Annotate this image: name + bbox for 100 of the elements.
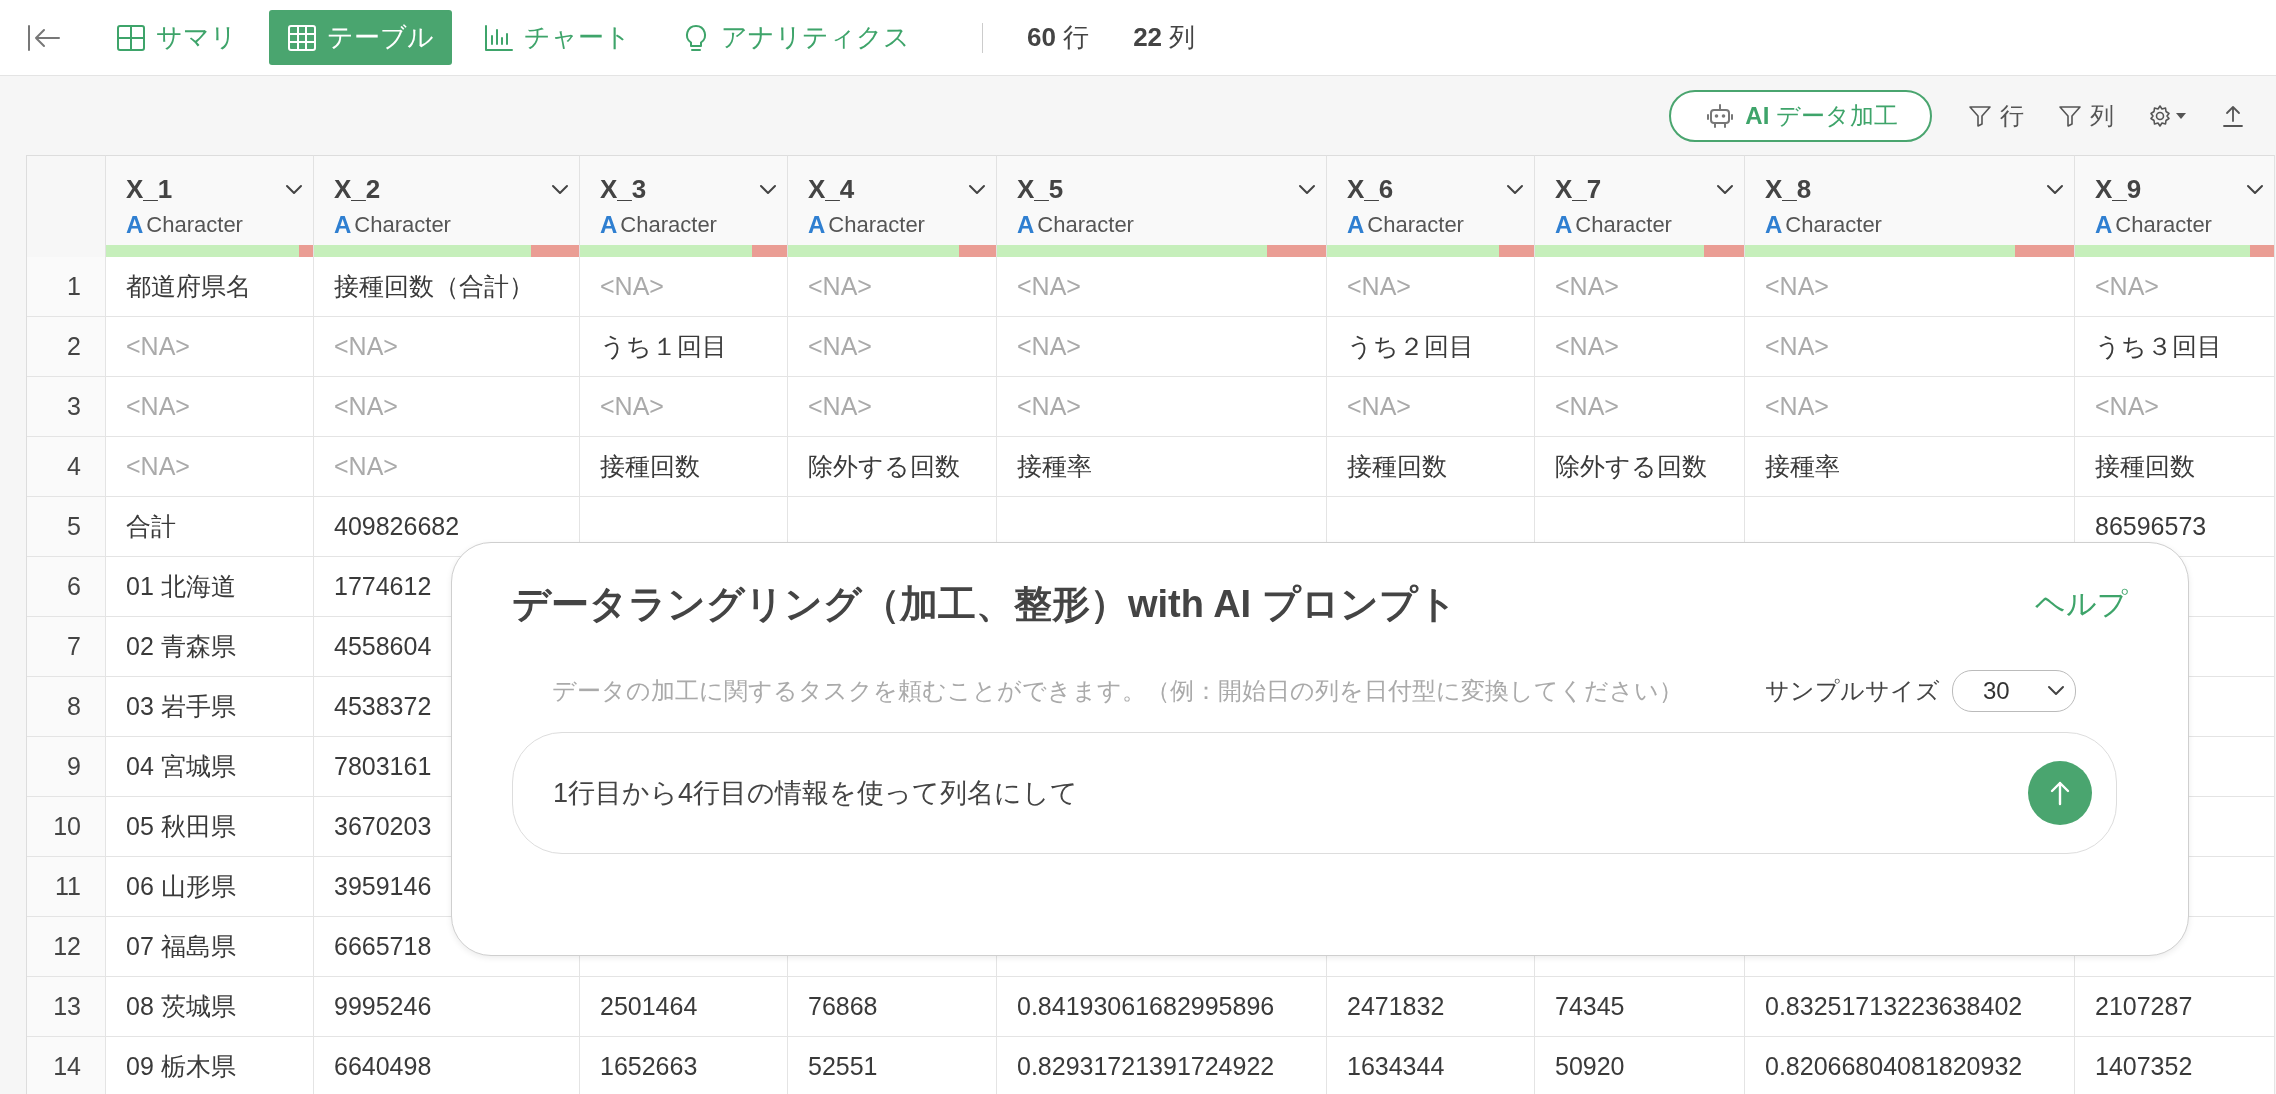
table-cell: <NA> xyxy=(1765,392,1829,421)
sample-size-select[interactable]: 30 xyxy=(1952,670,2076,712)
table-cell-text: 03 岩手県 xyxy=(126,691,236,722)
table-cell-text: 接種回数 xyxy=(2095,451,2195,482)
chevron-down-icon[interactable] xyxy=(2046,183,2064,196)
prompt-field[interactable]: 1行目から4行目の情報を使って列名にして xyxy=(512,732,2117,854)
chevron-down-icon[interactable] xyxy=(551,183,569,196)
chevron-down-icon[interactable] xyxy=(285,183,303,196)
column-header[interactable]: X_2 ACharacter xyxy=(314,155,580,257)
table-cell: <NA> xyxy=(600,272,664,301)
table-cell-text: 08 茨城県 xyxy=(126,991,236,1022)
type-letter: A xyxy=(1017,211,1035,239)
column-name: X_4 xyxy=(808,174,855,205)
table-cell-text: 除外する回数 xyxy=(808,451,960,482)
row-number: 13 xyxy=(53,992,81,1021)
column-name: X_9 xyxy=(2095,174,2142,205)
table-cell-text: 接種率 xyxy=(1765,451,1840,482)
row-number: 9 xyxy=(67,752,81,781)
table-cell: 9995246 xyxy=(334,992,432,1021)
table-cell: 0.82931721391724922 xyxy=(1017,1052,1275,1081)
column-type: Character xyxy=(1575,212,1672,238)
count-label: 22 列 xyxy=(1133,21,1196,54)
column-header[interactable]: X_8 ACharacter xyxy=(1745,155,2075,257)
column-header[interactable]: X_5 ACharacter xyxy=(997,155,1327,257)
table-cell: 74345 xyxy=(1555,992,1625,1021)
table-cell-text: 接種回数 xyxy=(1347,451,1447,482)
table-cell: <NA> xyxy=(126,452,190,481)
type-letter: A xyxy=(2095,211,2113,239)
type-letter: A xyxy=(1765,211,1783,239)
column-header[interactable]: X_3 ACharacter xyxy=(580,155,788,257)
table-cell: <NA> xyxy=(808,272,872,301)
column-header[interactable]: X_7 ACharacter xyxy=(1535,155,1745,257)
chevron-down-icon[interactable] xyxy=(1716,183,1734,196)
table-cell: 3670203 xyxy=(334,812,432,841)
filter-icon xyxy=(1968,103,1992,128)
type-letter: A xyxy=(808,211,826,239)
upload-icon xyxy=(2222,103,2244,128)
column-type: Character xyxy=(1367,212,1464,238)
table-cell-text: 接種率 xyxy=(1017,451,1092,482)
column-name: X_7 xyxy=(1555,174,1602,205)
column-name: X_1 xyxy=(126,174,173,205)
table-cell: <NA> xyxy=(334,392,398,421)
table-cell: <NA> xyxy=(1017,332,1081,361)
column-type: Character xyxy=(2115,212,2212,238)
column-type: Character xyxy=(620,212,717,238)
chevron-down-icon[interactable] xyxy=(1298,183,1316,196)
chevron-down-icon[interactable] xyxy=(968,183,986,196)
table-cell-text: 09 栃木県 xyxy=(126,1051,236,1082)
column-name: X_2 xyxy=(334,174,381,205)
column-header[interactable]: X_6 ACharacter xyxy=(1327,155,1535,257)
chevron-down-icon[interactable] xyxy=(759,183,777,196)
table-cell: 4538372 xyxy=(334,692,432,721)
table-cell-text: 除外する回数 xyxy=(1555,451,1707,482)
chevron-down-icon[interactable] xyxy=(1506,183,1524,196)
filter-button[interactable]: 行 xyxy=(1964,99,2028,132)
table-cell: <NA> xyxy=(1555,392,1619,421)
table-cell: 0.82066804081820932 xyxy=(1765,1052,2023,1081)
table-cell-text: 06 山形県 xyxy=(126,871,236,902)
column-name: X_8 xyxy=(1765,174,1812,205)
filter-icon xyxy=(2058,103,2082,128)
table-cell: <NA> xyxy=(2095,272,2159,301)
table-cell: 52551 xyxy=(808,1052,878,1081)
count-label: 60 行 xyxy=(1027,21,1090,54)
table-icon xyxy=(287,23,317,52)
table-cell: <NA> xyxy=(1347,392,1411,421)
column-type: Character xyxy=(1037,212,1134,238)
table-cell: 1634344 xyxy=(1347,1052,1445,1081)
table-cell-text: 04 宮城県 xyxy=(126,751,236,782)
column-type: Character xyxy=(828,212,925,238)
column-header[interactable]: X_4 ACharacter xyxy=(788,155,997,257)
row-number: 5 xyxy=(67,512,81,541)
table-cell-text: 接種回数 xyxy=(600,451,700,482)
table-cell: <NA> xyxy=(126,392,190,421)
table-cell-text: 都道府県名 xyxy=(126,271,251,302)
table-cell: 4558604 xyxy=(334,632,432,661)
table-cell-text: 01 北海道 xyxy=(126,571,236,602)
table-cell: <NA> xyxy=(1347,272,1411,301)
column-name: X_6 xyxy=(1347,174,1394,205)
row-number: 14 xyxy=(53,1052,81,1081)
filter-button[interactable]: 列 xyxy=(2054,99,2118,132)
type-letter: A xyxy=(126,211,144,239)
table-cell-text: うち２回目 xyxy=(1347,331,1474,362)
type-letter: A xyxy=(1347,211,1365,239)
table-cell: <NA> xyxy=(1017,392,1081,421)
table-cell: 2471832 xyxy=(1347,992,1445,1021)
row-number: 8 xyxy=(67,692,81,721)
table-cell: <NA> xyxy=(1555,332,1619,361)
table-cell: 76868 xyxy=(808,992,878,1021)
column-type: Character xyxy=(354,212,451,238)
table-cell: <NA> xyxy=(808,332,872,361)
row-number: 12 xyxy=(53,932,81,961)
table-cell: 2107287 xyxy=(2095,992,2193,1021)
table-cell: <NA> xyxy=(126,332,190,361)
back-icon[interactable] xyxy=(26,22,62,53)
table-cell: 86596573 xyxy=(2095,512,2207,541)
table-cell: 3959146 xyxy=(334,872,432,901)
chevron-down-icon[interactable] xyxy=(2246,183,2264,196)
grid-icon xyxy=(116,23,146,52)
column-header[interactable]: X_9 ACharacter xyxy=(2075,155,2275,257)
column-header[interactable]: X_1 ACharacter xyxy=(106,155,314,257)
